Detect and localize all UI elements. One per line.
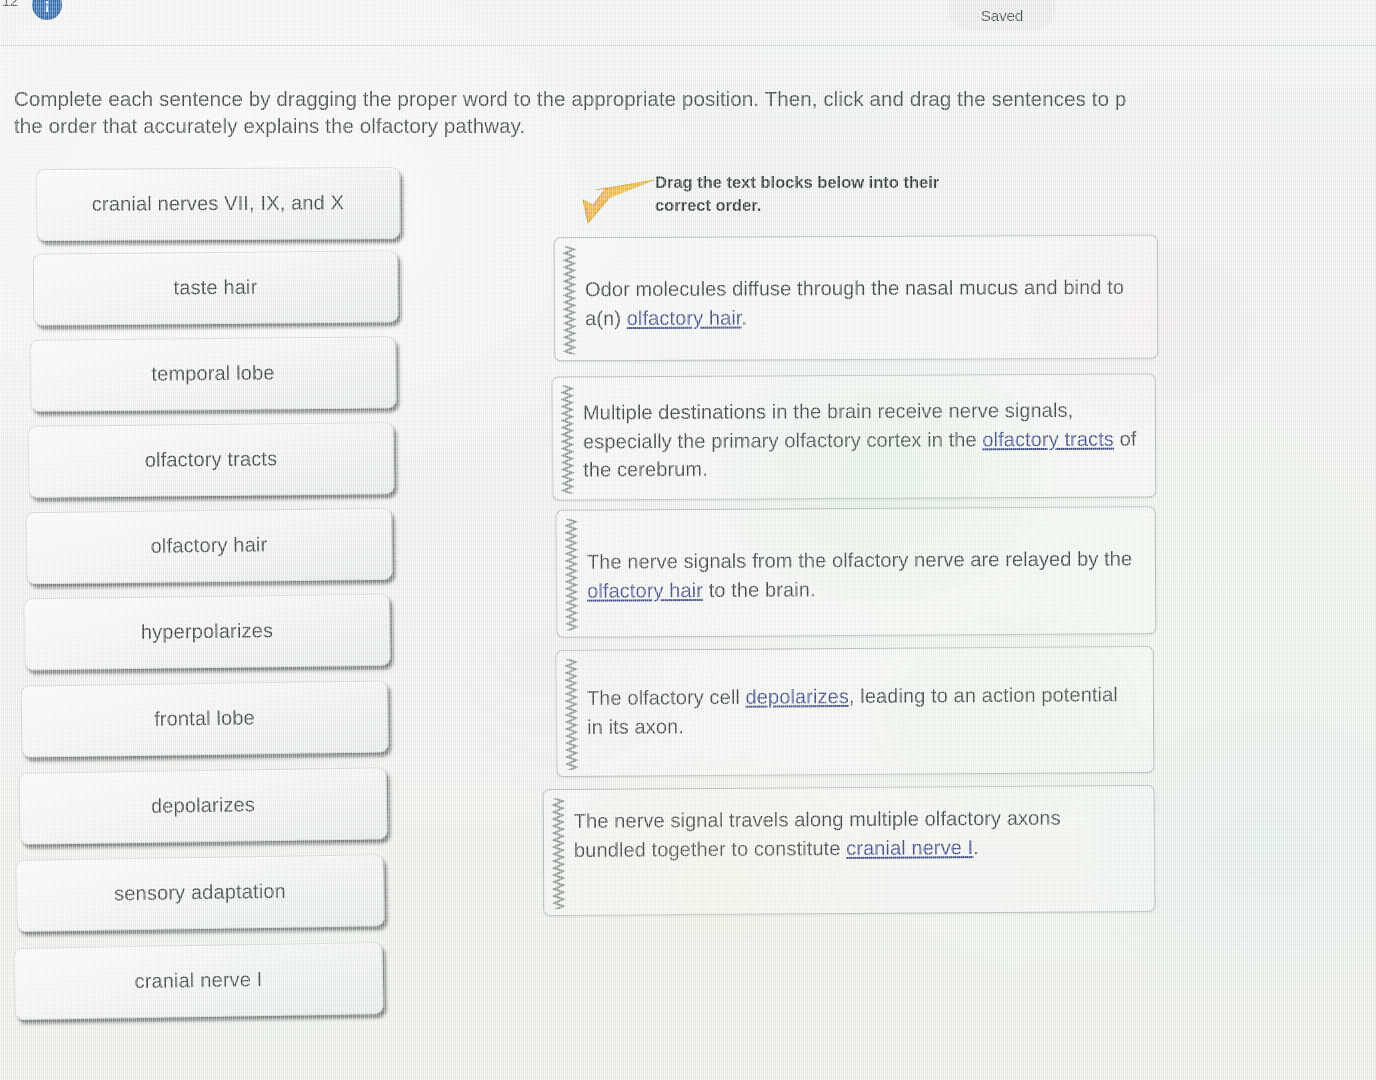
- sentence-block-text: The nerve signals from the olfactory ner…: [587, 545, 1139, 606]
- question-page: 12 Saved Complete each sentence by dragg…: [0, 0, 1376, 1080]
- sentence-block-drag-handle[interactable]: [550, 797, 567, 911]
- sentence-block-drag-handle[interactable]: [562, 245, 578, 360]
- drag-grip-icon[interactable]: [563, 658, 580, 772]
- sentence-block-text: Multiple destinations in the brain recei…: [583, 397, 1139, 486]
- drag-grip-icon[interactable]: [560, 384, 576, 499]
- sentence-block-text: The nerve signal travels along multiple …: [574, 804, 1138, 865]
- sentence-block-drag-handle[interactable]: [563, 517, 580, 632]
- sentence-static-text: The nerve signal travels along multiple …: [573, 807, 1061, 862]
- drag-grip-icon[interactable]: [562, 245, 578, 360]
- sentence-blank-answer[interactable]: depolarizes: [745, 686, 849, 709]
- sentence-blank-answer[interactable]: cranial nerve I: [846, 837, 973, 860]
- sentence-static-text: to the brain.: [702, 578, 816, 602]
- sentence-block-list: Odor molecules diffuse through the nasal…: [0, 0, 1376, 1080]
- sentence-static-text: The nerve signals from the olfactory ner…: [586, 548, 1133, 574]
- sentence-static-text: .: [973, 836, 980, 859]
- sentence-block-drag-handle[interactable]: [560, 384, 576, 499]
- sentence-block[interactable]: Multiple destinations in the brain recei…: [551, 373, 1157, 501]
- sentence-block[interactable]: The olfactory cell depolarizes, leading …: [555, 645, 1155, 778]
- sentence-static-text: .: [741, 307, 748, 330]
- sentence-block-text: Odor molecules diffuse through the nasal…: [585, 274, 1141, 334]
- sentence-block[interactable]: The nerve signal travels along multiple …: [542, 784, 1156, 917]
- sentence-block-text: The olfactory cell depolarizes, leading …: [587, 681, 1137, 742]
- sentence-blank-answer[interactable]: olfactory tracts: [982, 428, 1114, 451]
- sentence-block[interactable]: The nerve signals from the olfactory ner…: [555, 506, 1157, 638]
- sentence-blank-answer[interactable]: olfactory hair: [627, 307, 742, 330]
- sentence-static-text: The olfactory cell: [586, 686, 746, 710]
- sentence-blank-answer[interactable]: olfactory hair: [587, 580, 703, 603]
- drag-grip-icon[interactable]: [563, 517, 580, 632]
- drag-grip-icon[interactable]: [550, 797, 567, 911]
- sentence-block-drag-handle[interactable]: [563, 658, 580, 772]
- sentence-block[interactable]: Odor molecules diffuse through the nasal…: [553, 234, 1159, 362]
